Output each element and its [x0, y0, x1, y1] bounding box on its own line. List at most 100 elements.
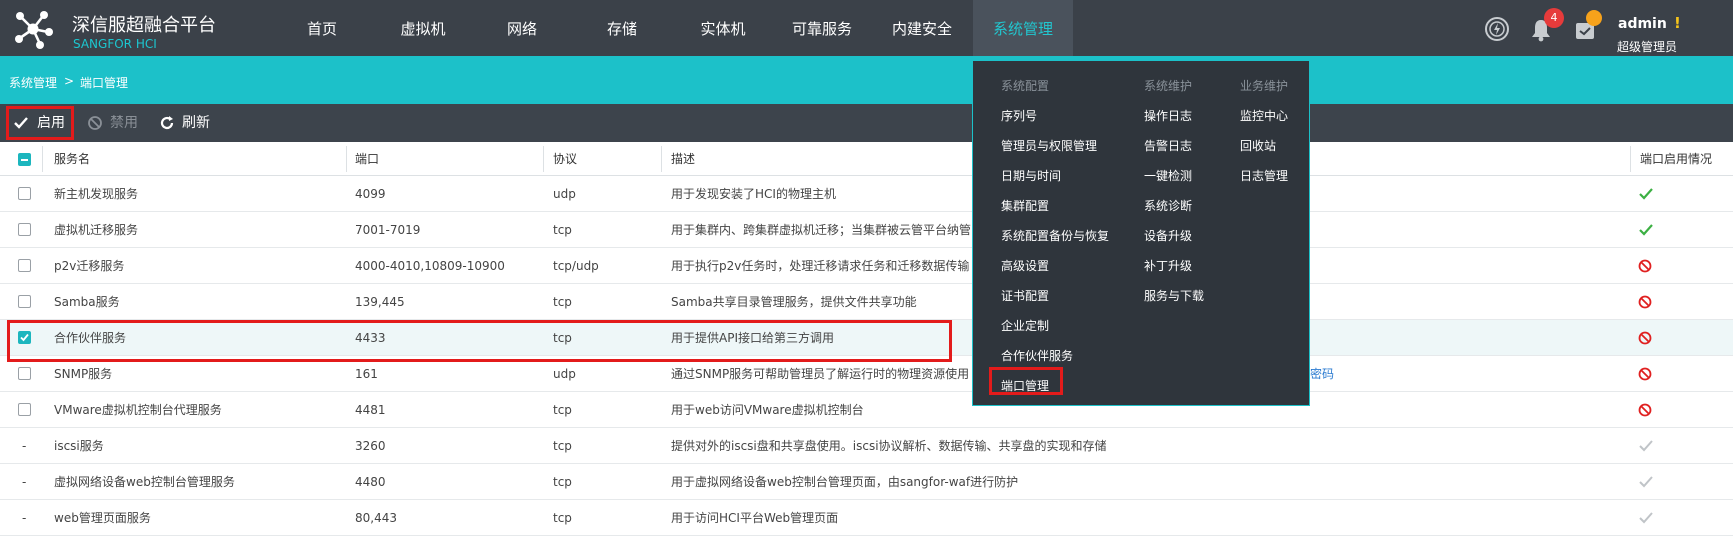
menu-item-recycle-bin[interactable]: 回收站: [1240, 137, 1276, 154]
row-checkbox[interactable]: [18, 187, 31, 200]
cell-port: 139,445: [355, 295, 405, 309]
cell-port: 4099: [355, 187, 386, 201]
breadcrumb-root[interactable]: 系统管理: [9, 74, 57, 91]
cell-description: 用于web访问VMware虚拟机控制台: [671, 403, 864, 417]
column-header-protocol[interactable]: 协议: [553, 142, 577, 176]
cell-service-name: 虚拟机迁移服务: [54, 223, 139, 237]
menu-item-alarm-log[interactable]: 告警日志: [1144, 137, 1192, 154]
cell-port: 4433: [355, 331, 386, 345]
nav-system-management[interactable]: 系统管理: [973, 0, 1073, 56]
menu-heading-business-maintenance: 业务维护: [1240, 79, 1289, 93]
table-row[interactable]: 新主机发现服务 4099 udp 用于发现安装了HCI的物理主机: [0, 176, 1733, 212]
cell-service-name: VMware虚拟机控制台代理服务: [54, 403, 222, 417]
row-checkbox[interactable]: [18, 295, 31, 308]
menu-item-advanced-settings[interactable]: 高级设置: [1001, 257, 1049, 274]
table-row[interactable]: - iscsi服务 3260 tcp 提供对外的iscsi盘和共享盘使用。iscsi协议…: [0, 428, 1733, 464]
menu-item-cluster-config[interactable]: 集群配置: [1001, 197, 1049, 214]
refresh-button[interactable]: 刷新: [158, 104, 218, 142]
column-header-description[interactable]: 描述: [671, 142, 695, 176]
table-row[interactable]: - web管理页面服务 80,443 tcp 用于访问HCI平台Web管理页面: [0, 500, 1733, 536]
row-checkbox[interactable]: [18, 331, 31, 344]
select-all-checkbox[interactable]: [18, 153, 31, 166]
column-header-service-name[interactable]: 服务名: [54, 142, 90, 176]
menu-item-partner-service[interactable]: 合作伙伴服务: [1001, 347, 1073, 364]
menu-heading-system-maintenance: 系统维护: [1144, 79, 1193, 93]
table-row[interactable]: SNMP服务 161 udp 通过SNMP服务可帮助管理员了解运行时的物理资源使用 密码: [0, 356, 1733, 392]
row-checkbox[interactable]: [18, 259, 31, 272]
enable-button[interactable]: 启用: [10, 104, 72, 142]
breadcrumb-separator: >: [64, 74, 75, 88]
column-header-port[interactable]: 端口: [355, 142, 379, 176]
menu-item-log-management[interactable]: 日志管理: [1240, 167, 1288, 184]
row-dash: -: [22, 439, 27, 453]
cell-description: 通过SNMP服务可帮助管理员了解运行时的物理资源使用: [671, 367, 970, 381]
table-row[interactable]: - 虚拟网络设备web控制台管理服务 4480 tcp 用于虚拟网络设备web控制台管理…: [0, 464, 1733, 500]
menu-item-operation-log[interactable]: 操作日志: [1144, 107, 1192, 124]
cell-protocol: tcp: [553, 295, 572, 309]
nav-reliability[interactable]: 可靠服务: [786, 0, 858, 56]
menu-item-system-diagnosis[interactable]: 系统诊断: [1144, 197, 1192, 214]
menu-item-patch-upgrade[interactable]: 补丁升级: [1144, 257, 1192, 274]
cell-protocol: tcp: [553, 439, 572, 453]
snmp-password-link[interactable]: 密码: [1310, 356, 1334, 392]
cell-service-name: 合作伙伴服务: [54, 331, 127, 345]
row-checkbox[interactable]: [18, 367, 31, 380]
cell-service-name: Samba服务: [54, 295, 120, 309]
menu-item-date-time[interactable]: 日期与时间: [1001, 167, 1061, 184]
menu-item-device-upgrade[interactable]: 设备升级: [1144, 227, 1192, 244]
cell-service-name: iscsi服务: [54, 439, 104, 453]
top-navigation-bar: [0, 0, 1733, 56]
system-management-dropdown: 系统配置 系统维护 业务维护 序列号 管理员与权限管理 日期与时间 集群配置 系…: [972, 60, 1310, 406]
brand-subtitle: SANGFOR HCI: [73, 37, 157, 51]
disable-label: 禁用: [110, 115, 138, 131]
row-checkbox[interactable]: [18, 223, 31, 236]
nav-physical[interactable]: 实体机: [692, 0, 754, 56]
table-row[interactable]: p2v迁移服务 4000-4010,10809-10900 tcp/udp 用于执行p…: [0, 248, 1733, 284]
cell-description: Samba共享目录管理服务，提供文件共享功能: [671, 295, 917, 309]
cell-service-name: 新主机发现服务: [54, 187, 139, 201]
cell-description: 用于提供API接口给第三方调用: [671, 331, 834, 345]
menu-item-port-management[interactable]: 端口管理: [1001, 377, 1049, 394]
column-divider: [42, 146, 43, 172]
speed-gauge-icon[interactable]: [1484, 16, 1510, 42]
cell-port: 4000-4010,10809-10900: [355, 259, 505, 273]
menu-heading-system-config: 系统配置: [1001, 79, 1050, 93]
notification-badge: 4: [1544, 8, 1564, 28]
column-divider: [1630, 146, 1631, 172]
menu-item-certificate-config[interactable]: 证书配置: [1001, 287, 1049, 304]
refresh-icon: [160, 116, 174, 130]
nav-vm[interactable]: 虚拟机: [392, 0, 454, 56]
row-checkbox[interactable]: [18, 403, 31, 416]
menu-item-enterprise-custom[interactable]: 企业定制: [1001, 317, 1049, 334]
menu-item-service-download[interactable]: 服务与下载: [1144, 287, 1204, 304]
table-row[interactable]: 虚拟机迁移服务 7001-7019 tcp 用于集群内、跨集群虚拟机迁移；当集群被云管…: [0, 212, 1733, 248]
menu-item-admin-permissions[interactable]: 管理员与权限管理: [1001, 137, 1097, 154]
column-header-port-status[interactable]: 端口启用情况: [1640, 142, 1712, 176]
cell-description: 用于访问HCI平台Web管理页面: [671, 511, 839, 525]
menu-item-one-click-check[interactable]: 一键检测: [1144, 167, 1192, 184]
ban-icon: [88, 116, 102, 130]
user-role: 超级管理员: [1617, 40, 1678, 54]
cell-service-name: p2v迁移服务: [54, 259, 125, 273]
nav-home[interactable]: 首页: [296, 0, 348, 56]
user-name[interactable]: admin: [1618, 16, 1667, 32]
nav-network[interactable]: 网络: [496, 0, 548, 56]
enable-label: 启用: [37, 115, 65, 131]
table-row[interactable]: Samba服务 139,445 tcp Samba共享目录管理服务，提供文件共享功能: [0, 284, 1733, 320]
table-row[interactable]: VMware虚拟机控制台代理服务 4481 tcp 用于web访问VMware虚拟机控…: [0, 392, 1733, 428]
nav-storage[interactable]: 存储: [596, 0, 648, 56]
cell-protocol: tcp: [553, 403, 572, 417]
cell-port: 4480: [355, 475, 386, 489]
cell-service-name: 虚拟网络设备web控制台管理服务: [54, 475, 235, 489]
menu-item-config-backup[interactable]: 系统配置备份与恢复: [1001, 227, 1109, 244]
table-row[interactable]: 合作伙伴服务 4433 tcp 用于提供API接口给第三方调用: [0, 320, 1733, 356]
cell-port: 3260: [355, 439, 386, 453]
cell-protocol: udp: [553, 367, 576, 381]
menu-item-monitor-center[interactable]: 监控中心: [1240, 107, 1288, 124]
cell-description: 用于虚拟网络设备web控制台管理页面，由sangfor-waf进行防护: [671, 475, 1019, 489]
menu-item-serial-number[interactable]: 序列号: [1001, 107, 1037, 124]
cell-protocol: tcp/udp: [553, 259, 599, 273]
nav-security[interactable]: 内建安全: [886, 0, 958, 56]
cell-port: 7001-7019: [355, 223, 421, 237]
disable-button[interactable]: 禁用: [86, 104, 142, 142]
